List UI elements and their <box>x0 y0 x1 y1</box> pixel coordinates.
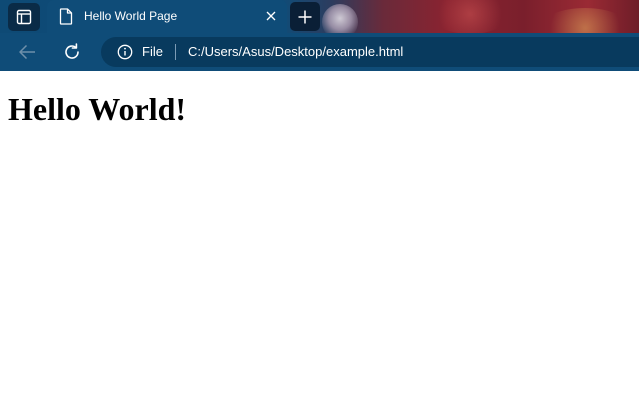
toolbar: File C:/Users/Asus/Desktop/example.html <box>0 33 639 71</box>
background-decoration <box>540 8 630 33</box>
info-icon[interactable] <box>117 44 133 60</box>
page-content: Hello World! <box>0 71 639 418</box>
plus-icon <box>298 10 312 23</box>
url-text[interactable]: C:/Users/Asus/Desktop/example.html <box>188 37 403 67</box>
page-icon <box>59 8 73 25</box>
address-bar[interactable]: File C:/Users/Asus/Desktop/example.html <box>101 37 639 67</box>
close-icon <box>266 11 276 21</box>
background-decoration <box>430 0 510 33</box>
tab-title: Hello World Page <box>84 9 178 23</box>
new-tab-button[interactable] <box>290 2 320 31</box>
background-decoration <box>322 4 358 33</box>
site-info-label[interactable]: File <box>142 37 163 67</box>
divider <box>175 44 176 60</box>
page-heading: Hello World! <box>8 91 187 127</box>
tab-actions-button[interactable] <box>8 3 40 31</box>
refresh-icon <box>65 43 79 59</box>
browser-window: Hello World Page File C:/Users/Asus/Desk… <box>0 0 639 418</box>
tab-hello-world[interactable]: Hello World Page <box>47 0 287 33</box>
back-button[interactable] <box>12 38 42 66</box>
refresh-button[interactable] <box>57 38 87 66</box>
back-arrow-icon <box>19 44 35 60</box>
tab-actions-icon <box>16 9 32 25</box>
tab-strip: Hello World Page <box>0 0 639 33</box>
close-tab-button[interactable] <box>263 8 279 24</box>
